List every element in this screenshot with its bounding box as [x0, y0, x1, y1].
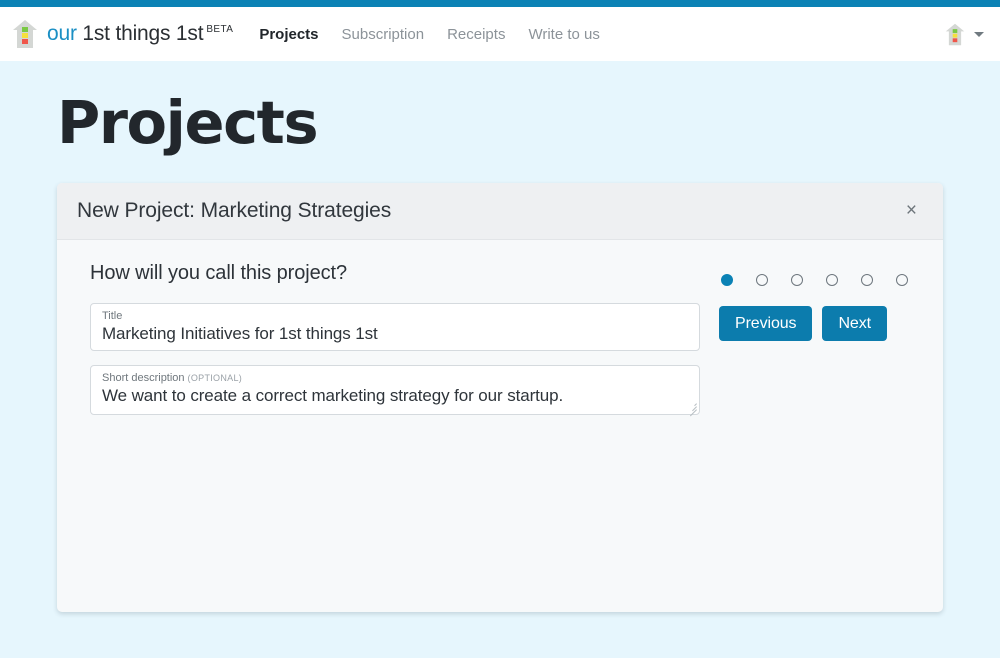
step-indicator: [721, 273, 923, 286]
step-dot-6[interactable]: [896, 273, 908, 286]
step-dot-4[interactable]: [826, 273, 838, 286]
top-accent-bar: [0, 0, 1000, 7]
nav-link-receipts[interactable]: Receipts: [447, 26, 505, 43]
nav-link-write-to-us[interactable]: Write to us: [528, 26, 599, 43]
next-button[interactable]: Next: [822, 305, 887, 342]
page-title: Projects: [57, 88, 319, 157]
step-dot-5[interactable]: [861, 273, 873, 286]
step-dot-1[interactable]: [721, 273, 733, 286]
title-field[interactable]: Title: [90, 302, 700, 351]
form-column: How will you call this project? Title Sh…: [90, 262, 700, 588]
navbar: our 1st things 1st BETA Projects Subscrip…: [0, 7, 1000, 61]
brand-text: our 1st things 1st BETA: [47, 22, 233, 46]
short-description-input[interactable]: [102, 385, 688, 406]
card-header-title: New Project: Marketing Strategies: [77, 198, 392, 222]
wizard-controls: Previous Next: [700, 262, 923, 588]
short-description-label-text: Short description: [102, 371, 185, 384]
nav-link-projects[interactable]: Projects: [259, 26, 318, 43]
previous-button[interactable]: Previous: [719, 305, 813, 342]
nav-links: Projects Subscription Receipts Write to …: [259, 26, 600, 43]
account-menu[interactable]: [945, 23, 984, 46]
short-description-field-label: Short description (OPTIONAL): [102, 372, 688, 385]
brand-badge: BETA: [206, 24, 234, 35]
house-avatar-icon: [945, 23, 965, 45]
form-question: How will you call this project?: [90, 261, 347, 284]
brand-name: 1st things 1st: [82, 22, 204, 45]
step-dot-3[interactable]: [791, 273, 803, 286]
title-input[interactable]: [102, 323, 688, 344]
optional-tag: (OPTIONAL): [187, 372, 243, 383]
page-content: Projects New Project: Marketing Strategi…: [0, 61, 1000, 612]
step-dot-2[interactable]: [756, 273, 768, 286]
chevron-down-icon: [974, 31, 984, 37]
house-logo-icon: [13, 20, 37, 48]
brand-logo-link[interactable]: our 1st things 1st BETA: [12, 19, 233, 49]
nav-link-subscription[interactable]: Subscription: [342, 26, 425, 43]
brand-prefix: our: [47, 22, 77, 45]
card-header: New Project: Marketing Strategies ×: [57, 182, 943, 240]
close-icon[interactable]: ×: [900, 197, 923, 224]
card-body: How will you call this project? Title Sh…: [57, 240, 943, 612]
wizard-buttons: Previous Next: [719, 305, 923, 342]
new-project-card: New Project: Marketing Strategies × How …: [57, 182, 943, 612]
short-description-field[interactable]: Short description (OPTIONAL): [90, 364, 700, 417]
title-field-label: Title: [102, 309, 123, 322]
